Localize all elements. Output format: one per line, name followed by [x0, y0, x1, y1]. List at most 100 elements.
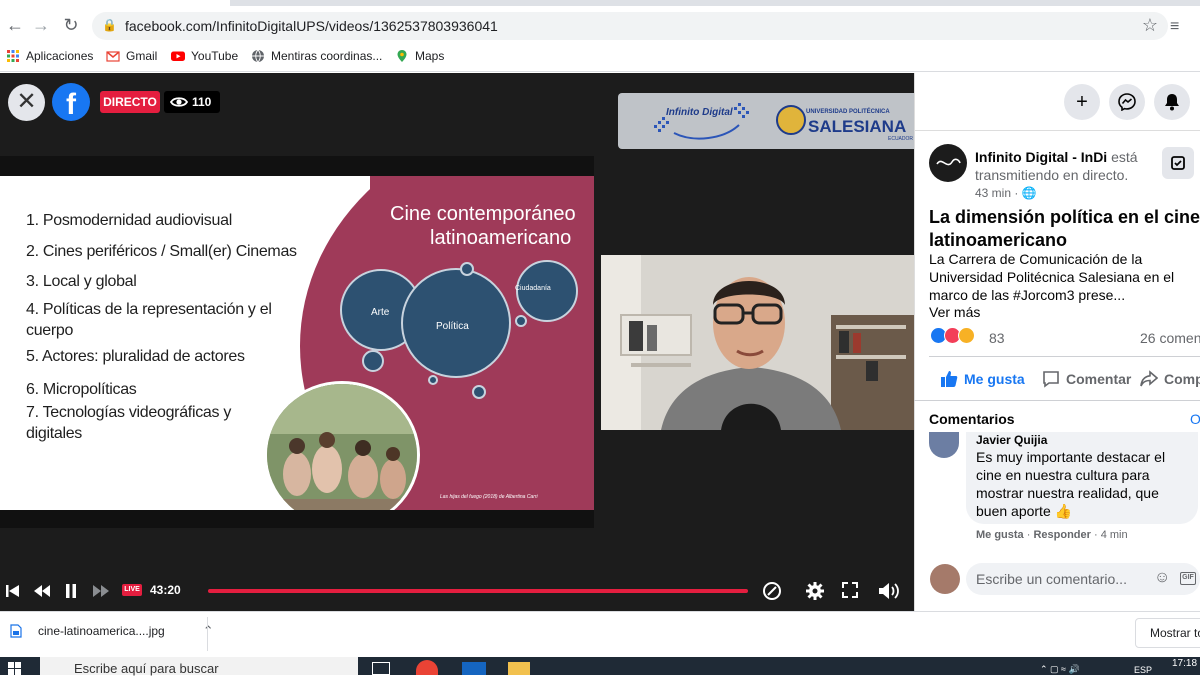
slide-topic: 7. Tecnologías videográficas y [26, 404, 232, 421]
bookmark-maps[interactable]: Maps [395, 49, 444, 63]
comment-like-link[interactable]: Me gusta [976, 529, 1024, 541]
youtube-icon [171, 51, 185, 61]
bubble-small [472, 385, 486, 399]
settings-gear-icon[interactable] [805, 581, 825, 601]
captions-icon[interactable] [762, 581, 782, 601]
facebook-logo-icon[interactable]: f [52, 83, 90, 121]
file-explorer-taskbar-icon[interactable] [508, 662, 530, 675]
slide: 1. Posmodernidad audiovisual 2. Cines pe… [0, 176, 594, 510]
bookmark-mentiras[interactable]: Mentiras coordinas... [251, 49, 382, 63]
pause-icon[interactable] [65, 584, 77, 598]
windows-start-icon[interactable] [8, 662, 22, 675]
reload-icon[interactable]: ↻ [58, 12, 84, 38]
slide-topic: 6. Micropolíticas [26, 381, 137, 398]
divider [914, 400, 1200, 401]
slide-topic: digitales [26, 425, 83, 442]
comment-author[interactable]: Javier Quijia [976, 433, 1047, 447]
download-item[interactable]: cine-latinoamerica....jpg ⌃ [10, 623, 214, 639]
comment-input[interactable]: Escribe un comentario... ☺ GIF [966, 563, 1200, 595]
fast-forward-icon[interactable] [93, 585, 109, 597]
download-filename: cine-latinoamerica....jpg [38, 624, 165, 638]
show-all-button[interactable]: Mostrar to [1135, 618, 1200, 648]
viewer-count-value: 110 [192, 95, 212, 109]
share-button[interactable]: Comp [1140, 370, 1200, 388]
comments-sort-link[interactable]: O [1190, 411, 1200, 427]
page-avatar[interactable] [929, 144, 967, 182]
url-text: facebook.com/InfinitoDigitalUPS/videos/1… [125, 18, 498, 34]
emoji-icon[interactable]: ☺ [1154, 569, 1170, 587]
address-bar[interactable]: 🔒 facebook.com/InfinitoDigitalUPS/videos… [92, 12, 1168, 40]
comments-heading: Comentarios [929, 411, 1015, 427]
gif-icon[interactable]: GIF [1180, 572, 1196, 585]
see-more-link[interactable]: Ver más [929, 304, 980, 320]
fullscreen-icon[interactable] [842, 582, 858, 598]
close-icon[interactable]: ✕ [8, 84, 45, 121]
bookmark-star-icon[interactable]: ☆ [1142, 15, 1158, 36]
bookmark-gmail[interactable]: Gmail [106, 49, 157, 63]
share-icon [1140, 370, 1158, 387]
public-globe-icon: 🌐 [1021, 186, 1037, 200]
messenger-icon[interactable] [1109, 84, 1145, 120]
system-clock[interactable]: 17:18 [1172, 658, 1197, 669]
post-time-value: 43 min · [975, 186, 1022, 200]
chevron-up-icon[interactable]: ⌃ [203, 623, 214, 639]
infinito-digital-text: Infinito Digital [666, 107, 733, 118]
slide-topic: 2. Cines periféricos / Small(er) Cinemas [26, 243, 297, 260]
gmail-icon [106, 51, 120, 62]
mail-taskbar-icon[interactable] [462, 662, 486, 675]
comment-time[interactable]: 4 min [1101, 529, 1128, 541]
rewind-icon[interactable] [34, 585, 50, 597]
create-icon[interactable]: + [1064, 84, 1100, 120]
bubble-label: Ciudadanía [515, 285, 551, 292]
page-name-link[interactable]: Infinito Digital - InDi [975, 149, 1107, 165]
live-indicator[interactable]: LIVE [122, 584, 142, 596]
live-badge: DIRECTO [100, 91, 160, 113]
comment-button[interactable]: Comentar [1042, 370, 1131, 388]
divider [929, 356, 1200, 357]
task-view-icon[interactable] [372, 662, 390, 675]
viewer-count: 110 [164, 91, 220, 113]
bookmark-apps[interactable]: Aplicaciones [6, 49, 93, 63]
apps-grid-icon [7, 50, 19, 62]
input-language[interactable]: ESP [1134, 665, 1152, 675]
post-description: La Carrera de Comunicación de la Univers… [929, 251, 1175, 303]
divider [914, 130, 1200, 131]
comment-reply-link[interactable]: Responder [1033, 529, 1090, 541]
bookmark-label: YouTube [191, 49, 239, 63]
university-country: ECUADOR [888, 136, 914, 142]
like-label: Me gusta [964, 371, 1025, 387]
back-icon[interactable]: ← [2, 12, 28, 38]
thumbs-up-icon [941, 371, 958, 387]
reading-list-icon[interactable]: ≡ [1170, 18, 1179, 36]
notifications-bell-icon[interactable] [1154, 84, 1190, 120]
reaction-icons[interactable] [930, 327, 975, 344]
slide-title: latinoamericano [430, 227, 572, 249]
post-time[interactable]: 43 min · 🌐 [975, 186, 1037, 200]
comment-icon [1043, 371, 1059, 388]
progress-bar[interactable] [208, 589, 748, 593]
slide-topic: 1. Posmodernidad audiovisual [26, 212, 232, 229]
lock-icon: 🔒 [102, 18, 117, 32]
bookmark-label: Gmail [126, 49, 158, 63]
current-user-avatar[interactable] [930, 564, 960, 594]
comment-count[interactable]: 26 comen [1140, 330, 1200, 346]
bubble-small [428, 375, 438, 385]
bookmark-youtube[interactable]: YouTube [171, 49, 238, 63]
bubble-label: Arte [371, 307, 390, 318]
save-icon[interactable] [1162, 147, 1194, 179]
skip-back-icon[interactable] [6, 584, 20, 598]
taskbar-search[interactable]: Escribe aquí para buscar [40, 657, 358, 676]
forward-icon[interactable]: → [28, 12, 54, 38]
system-tray-icons[interactable]: ⌃ ▢ ≈ 🔊 [1040, 664, 1080, 675]
chrome-taskbar-icon[interactable] [416, 660, 438, 675]
bookmark-label: Mentiras coordinas... [271, 49, 383, 63]
comment-text: Es muy importante destacar el cine en nu… [976, 449, 1166, 519]
like-button[interactable]: Me gusta [940, 370, 1025, 388]
post-title-line: La dimensión política en el cine [929, 207, 1200, 227]
bubble-small [515, 315, 527, 327]
bubble-label: Política [436, 321, 469, 332]
elapsed-time: 43:20 [150, 583, 181, 597]
volume-icon[interactable] [878, 581, 900, 601]
reaction-count[interactable]: 83 [989, 330, 1005, 346]
post-title: La dimensión política en el cine latinoa… [929, 206, 1200, 252]
